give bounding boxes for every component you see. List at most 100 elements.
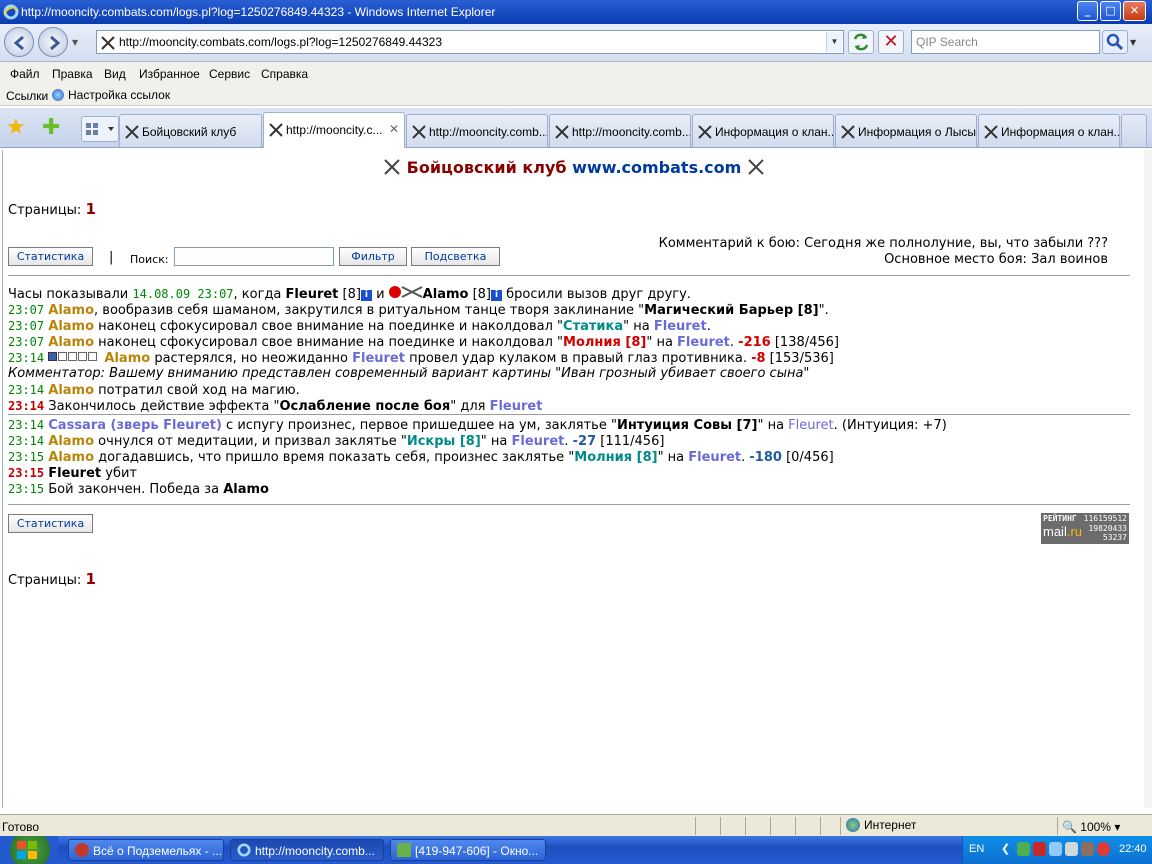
status-divider	[840, 817, 841, 835]
log-line: 23:15 Alamo догадавшись, что пришло врем…	[8, 450, 834, 465]
info-icon[interactable]: i	[360, 290, 372, 301]
tab-clan-info-3[interactable]: Информация о клан...	[978, 114, 1120, 147]
rank-swords-icon	[401, 286, 423, 298]
new-tab-button[interactable]	[1121, 114, 1147, 147]
volume-icon[interactable]	[1065, 842, 1078, 856]
statistics-button[interactable]: Статистика	[8, 247, 93, 266]
status-divider	[745, 817, 746, 835]
page-content: Бойцовский клуб www.combats.com Страницы…	[2, 150, 1144, 808]
customize-links-label: Настройка ссылок	[68, 88, 171, 102]
back-button[interactable]	[4, 27, 34, 57]
quick-tabs-button[interactable]	[81, 116, 119, 142]
search-options-dropdown[interactable]: ▼	[1130, 38, 1136, 47]
window-title: http://mooncity.combats.com/logs.pl?log=…	[21, 5, 496, 19]
crossed-swords-icon	[698, 125, 712, 139]
close-window-button[interactable]: ✕	[1123, 1, 1146, 21]
window-title-bar[interactable]: http://mooncity.combats.com/logs.pl?log=…	[0, 0, 1152, 24]
start-button[interactable]	[0, 836, 58, 864]
info-icon[interactable]: i	[491, 290, 502, 301]
search-input[interactable]: QIP Search	[911, 30, 1100, 54]
pagination-top: Страницы: 1	[8, 200, 96, 218]
page-title: Бойцовский клуб	[406, 158, 567, 177]
search-button[interactable]	[1102, 30, 1128, 54]
maximize-button[interactable]: □	[1100, 1, 1121, 21]
tab-clan-info-1[interactable]: Информация о клан...	[692, 114, 834, 147]
close-tab-icon[interactable]: ✕	[389, 122, 399, 136]
log-line: 23:14 Alamo потратил свой ход на магию.	[8, 383, 300, 398]
security-zone[interactable]: Интернет	[846, 818, 916, 832]
log-search-input[interactable]	[174, 247, 334, 266]
tab-mooncity-log-active[interactable]: http://mooncity.c... ✕	[263, 112, 405, 148]
log-line: Часы показывали 14.08.09 23:07, когда Fl…	[8, 286, 691, 302]
network-icon[interactable]	[1049, 842, 1062, 856]
tab-mooncity-3[interactable]: http://mooncity.comb...	[549, 114, 691, 147]
crossed-swords-icon	[841, 125, 855, 139]
refresh-button[interactable]	[848, 30, 874, 54]
menu-tools[interactable]: Сервис	[209, 67, 250, 81]
forward-button[interactable]	[38, 27, 68, 57]
address-dropdown-icon[interactable]: ▼	[826, 32, 842, 52]
mailru-logo: mail.ru	[1043, 524, 1083, 539]
favorites-star-icon[interactable]: ★	[6, 115, 26, 140]
add-favorite-icon[interactable]: ✚	[42, 115, 60, 140]
filter-button[interactable]: Фильтр	[339, 247, 407, 266]
back-arrow-icon	[13, 35, 24, 51]
search-label: Поиск:	[130, 253, 169, 266]
opera-icon	[75, 843, 89, 857]
tray-icons: ❮	[1001, 842, 1110, 856]
tray-expand-icon[interactable]: ❮	[1001, 842, 1014, 856]
tab-combats-club[interactable]: Бойцовский клуб	[119, 114, 262, 147]
pagination-bottom: Страницы: 1	[8, 570, 96, 588]
page-number-link[interactable]: 1	[85, 570, 95, 588]
player-link[interactable]: Alamo	[423, 287, 469, 302]
vertical-scrollbar[interactable]	[1144, 150, 1152, 808]
tray-app-icon[interactable]	[1081, 842, 1094, 856]
status-divider	[820, 817, 821, 835]
site-link[interactable]: www.combats.com	[572, 158, 741, 177]
zoom-control[interactable]: 🔍 100% ▾	[1062, 820, 1120, 834]
location-line: Основное место боя: Зал воинов	[884, 252, 1108, 267]
commentator-line: Комментатор: Вашему вниманию представлен…	[8, 366, 810, 381]
antivirus-icon[interactable]	[1033, 842, 1046, 856]
crossed-swords-icon	[269, 123, 283, 137]
windows-logo-icon	[17, 841, 37, 859]
minimize-button[interactable]: _	[1077, 1, 1098, 21]
statistics-button-bottom[interactable]: Статистика	[8, 514, 93, 533]
address-field[interactable]: http://mooncity.combats.com/logs.pl?log=…	[96, 30, 844, 54]
counter-value-3: 53237	[1102, 533, 1127, 542]
language-indicator[interactable]: EN	[969, 843, 984, 855]
tab-mooncity-2[interactable]: http://mooncity.comb...	[406, 114, 548, 147]
qip-icon[interactable]	[1017, 842, 1030, 856]
taskbar-item-ie[interactable]: http://mooncity.comb...	[230, 839, 384, 861]
counter-label: РЕЙТИНГ	[1043, 514, 1077, 523]
highlight-button[interactable]: Подсветка	[411, 247, 500, 266]
globe-icon	[846, 818, 860, 832]
stop-button[interactable]: ✕	[878, 30, 904, 54]
opera-tray-icon[interactable]	[1097, 842, 1110, 856]
customize-links-link[interactable]: Настройка ссылок	[52, 88, 170, 102]
menu-file[interactable]: Файл	[10, 67, 40, 81]
tab-label: Информация о клан...	[715, 125, 834, 139]
mailru-rating-counter[interactable]: РЕЙТИНГ 116159512 mail.ru 19820433 53237	[1041, 513, 1129, 544]
counter-value-2: 19820433	[1088, 524, 1127, 533]
recent-pages-dropdown[interactable]: ▼	[72, 38, 78, 47]
comment-line: Комментарий к бою: Сегодня же полнолуние…	[658, 236, 1108, 251]
separator: |	[109, 250, 114, 265]
menu-favorites[interactable]: Избранное	[139, 67, 200, 81]
log-line: 23:07 Alamo наконец сфокусировал свое вн…	[8, 319, 711, 334]
pages-label: Страницы:	[8, 203, 82, 218]
tab-clan-info-2[interactable]: Информация о Лысы...	[835, 114, 977, 147]
player-link[interactable]: Fleuret	[286, 287, 339, 302]
taskbar-item-dungeons[interactable]: Всё о Подземельях - ...	[68, 839, 224, 861]
menu-edit[interactable]: Правка	[52, 67, 93, 81]
menu-bar: Файл Правка Вид Избранное Сервис Справка	[0, 62, 1152, 84]
page-number-link[interactable]: 1	[85, 200, 95, 218]
battle-date: 14.08.09 23:07	[132, 287, 234, 301]
menu-view[interactable]: Вид	[104, 67, 126, 81]
log-line: 23:07 Alamo, вообразив себя шаманом, зак…	[8, 303, 829, 318]
taskbar-item-qip-chat[interactable]: [419-947-606] - Окно...	[390, 839, 546, 861]
menu-help[interactable]: Справка	[261, 67, 308, 81]
tab-bar: ★ ✚ Бойцовский клуб http://mooncity.c...…	[0, 108, 1152, 148]
log-line: 23:14 Закончилось действие эффекта "Осла…	[8, 399, 543, 414]
tab-label: http://mooncity.c...	[286, 123, 383, 137]
